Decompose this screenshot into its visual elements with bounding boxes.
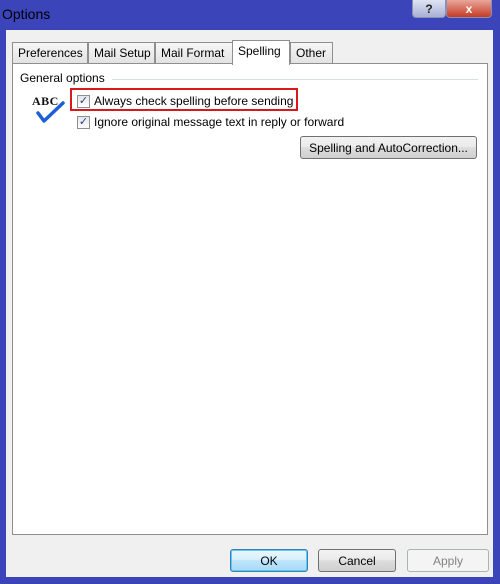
title-bar[interactable]: Options ? x	[0, 0, 500, 30]
ok-button[interactable]: OK	[230, 549, 308, 572]
spelling-page	[12, 63, 488, 535]
tab-mail-format[interactable]: Mail Format	[155, 42, 233, 63]
highlight-box	[70, 88, 298, 111]
group-divider	[112, 79, 478, 80]
tab-spelling[interactable]: Spelling	[232, 40, 290, 65]
help-button[interactable]: ?	[412, 0, 446, 18]
cancel-button[interactable]: Cancel	[318, 549, 396, 572]
general-options-label: General options	[20, 71, 109, 85]
spelling-autocorrection-button[interactable]: Spelling and AutoCorrection...	[300, 136, 477, 159]
window-title: Options	[2, 6, 51, 22]
tab-other[interactable]: Other	[290, 42, 333, 63]
close-button[interactable]: x	[446, 0, 492, 18]
check-swoosh-icon	[36, 101, 65, 123]
ignore-original-checkbox[interactable]: ✓	[77, 115, 90, 129]
tab-mail-setup[interactable]: Mail Setup	[88, 42, 155, 63]
close-icon: x	[465, 1, 473, 16]
apply-button: Apply	[407, 549, 489, 572]
check-mark-icon: ✓	[78, 115, 89, 128]
tab-preferences[interactable]: Preferences	[12, 42, 88, 63]
ignore-original-label: Ignore original message text in reply or…	[94, 115, 345, 129]
dialog-body: Preferences Mail Setup Mail Format Spell…	[6, 30, 493, 577]
ignore-original-option[interactable]: ✓ Ignore original message text in reply …	[77, 115, 344, 129]
abc-checkmark-icon: ABC	[32, 94, 68, 126]
options-dialog: Options ? x Preferences Mail Setup Mail …	[0, 0, 500, 584]
help-icon: ?	[425, 1, 433, 16]
